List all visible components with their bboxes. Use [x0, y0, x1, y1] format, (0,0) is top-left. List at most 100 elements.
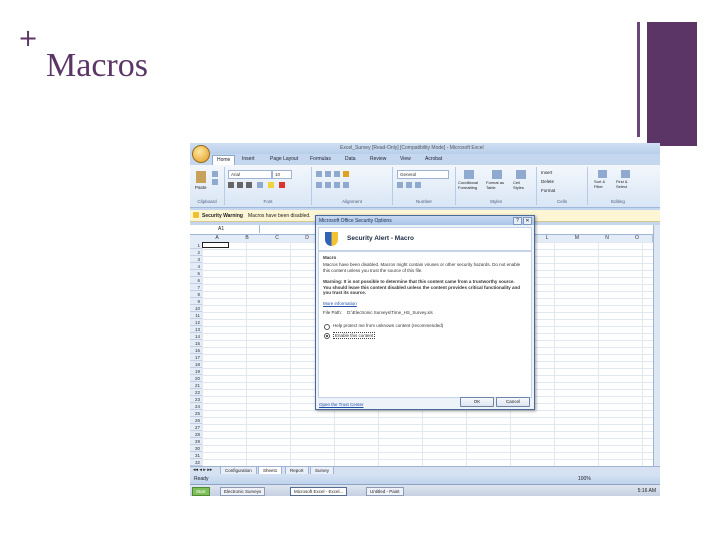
- row-header[interactable]: 26: [190, 417, 202, 424]
- cut-icon[interactable]: [212, 171, 218, 177]
- row-header[interactable]: 5: [190, 270, 202, 277]
- align-left-icon[interactable]: [316, 182, 322, 188]
- sort-filter-button[interactable]: Sort & Filter: [594, 179, 614, 189]
- row-header[interactable]: 31: [190, 452, 202, 459]
- row-header[interactable]: 28: [190, 431, 202, 438]
- row-header[interactable]: 7: [190, 284, 202, 291]
- format-as-table-icon[interactable]: [492, 170, 502, 179]
- tab-page-layout[interactable]: Page Layout: [270, 156, 298, 162]
- group-label: Editing: [611, 199, 625, 204]
- font-size-select[interactable]: 10: [272, 170, 292, 179]
- help-button[interactable]: ?: [513, 217, 522, 225]
- conditional-formatting-button[interactable]: Conditional Formatting: [458, 180, 484, 190]
- underline-icon[interactable]: [246, 182, 252, 188]
- font-name-select[interactable]: Arial: [228, 170, 272, 179]
- more-information-link[interactable]: More information: [323, 301, 523, 307]
- conditional-formatting-icon[interactable]: [464, 170, 474, 179]
- tab-formulas[interactable]: Formulas: [310, 156, 331, 162]
- currency-icon[interactable]: [397, 182, 403, 188]
- taskbar-item-excel[interactable]: Microsoft Excel - Excel...: [290, 487, 348, 496]
- merge-center-icon[interactable]: [343, 182, 349, 188]
- vertical-scrollbar[interactable]: [653, 225, 660, 466]
- tab-data[interactable]: Data: [345, 156, 356, 162]
- row-header[interactable]: 30: [190, 445, 202, 452]
- row-header[interactable]: 17: [190, 354, 202, 361]
- delete-cells-button[interactable]: Delete: [541, 179, 554, 184]
- align-right-icon[interactable]: [334, 182, 340, 188]
- number-format-select[interactable]: General: [397, 170, 449, 179]
- radio-protect-label[interactable]: Help protect me from unknown content (re…: [333, 323, 443, 328]
- row-header[interactable]: 12: [190, 319, 202, 326]
- tab-view[interactable]: View: [400, 156, 411, 162]
- cancel-button[interactable]: Cancel: [496, 397, 530, 407]
- insert-cells-button[interactable]: Insert: [541, 170, 552, 175]
- warning-icon: [193, 212, 199, 218]
- row-header[interactable]: 32: [190, 459, 202, 466]
- tab-review[interactable]: Review: [370, 156, 386, 162]
- percent-icon[interactable]: [406, 182, 412, 188]
- row-header[interactable]: 1: [190, 242, 202, 249]
- wrap-text-icon[interactable]: [343, 171, 349, 177]
- format-cells-button[interactable]: Format: [541, 188, 555, 193]
- tab-home[interactable]: Home: [212, 155, 236, 165]
- bold-icon[interactable]: [228, 182, 234, 188]
- border-icon[interactable]: [257, 182, 263, 188]
- row-header[interactable]: 9: [190, 298, 202, 305]
- row-header[interactable]: 25: [190, 410, 202, 417]
- slide-plus: +: [18, 24, 39, 52]
- row-header[interactable]: 16: [190, 347, 202, 354]
- radio-enable-label[interactable]: Enable this content: [333, 332, 376, 339]
- sheet-nav-arrows-icon[interactable]: ◂◂ ◂ ▸ ▸▸: [193, 467, 212, 473]
- row-header[interactable]: 18: [190, 361, 202, 368]
- security-options-dialog: Microsoft Office Security Options ? ✕ Se…: [315, 215, 535, 410]
- radio-enable[interactable]: [324, 333, 330, 339]
- comma-icon[interactable]: [415, 182, 421, 188]
- italic-icon[interactable]: [237, 182, 243, 188]
- copy-icon[interactable]: [212, 179, 218, 185]
- font-color-icon[interactable]: [279, 182, 285, 188]
- find-select-icon[interactable]: [621, 170, 630, 178]
- find-select-button[interactable]: Find & Select: [616, 179, 638, 189]
- fill-color-icon[interactable]: [268, 182, 274, 188]
- row-header[interactable]: 8: [190, 291, 202, 298]
- row-header[interactable]: 21: [190, 382, 202, 389]
- open-trust-center-link[interactable]: Open the Trust Center: [319, 402, 364, 407]
- align-bottom-icon[interactable]: [334, 171, 340, 177]
- row-header[interactable]: 27: [190, 424, 202, 431]
- row-header[interactable]: 20: [190, 375, 202, 382]
- cell-styles-icon[interactable]: [516, 170, 526, 179]
- row-header[interactable]: 13: [190, 326, 202, 333]
- ribbon: Paste Clipboard Arial 10 Font Alignment …: [190, 165, 660, 208]
- paste-button[interactable]: Paste: [195, 185, 207, 190]
- row-header[interactable]: 24: [190, 403, 202, 410]
- row-header[interactable]: 19: [190, 368, 202, 375]
- row-header[interactable]: 4: [190, 263, 202, 270]
- row-header[interactable]: 2: [190, 249, 202, 256]
- active-cell[interactable]: [202, 242, 229, 248]
- sort-filter-icon[interactable]: [598, 170, 607, 178]
- row-header[interactable]: 14: [190, 333, 202, 340]
- align-center-icon[interactable]: [325, 182, 331, 188]
- name-box[interactable]: A1: [190, 225, 260, 233]
- zoom-level[interactable]: 100%: [578, 476, 591, 482]
- taskbar-item-electronic-surveys[interactable]: Electronic Surveys: [220, 487, 266, 496]
- format-as-table-button[interactable]: Format as Table: [486, 180, 508, 190]
- start-button[interactable]: Start: [192, 487, 210, 496]
- cell-styles-button[interactable]: Cell Styles: [513, 180, 531, 190]
- close-button[interactable]: ✕: [523, 217, 532, 225]
- row-header[interactable]: 3: [190, 256, 202, 263]
- row-header[interactable]: 23: [190, 396, 202, 403]
- row-header[interactable]: 11: [190, 312, 202, 319]
- align-middle-icon[interactable]: [325, 171, 331, 177]
- row-header[interactable]: 10: [190, 305, 202, 312]
- tab-acrobat[interactable]: Acrobat: [425, 156, 442, 162]
- align-top-icon[interactable]: [316, 171, 322, 177]
- taskbar-item-paint[interactable]: Untitled - Paint: [366, 487, 404, 496]
- row-header[interactable]: 6: [190, 277, 202, 284]
- row-header[interactable]: 22: [190, 389, 202, 396]
- row-header[interactable]: 29: [190, 438, 202, 445]
- tab-insert[interactable]: Insert: [242, 156, 255, 162]
- ok-button[interactable]: OK: [460, 397, 494, 407]
- row-header[interactable]: 15: [190, 340, 202, 347]
- radio-protect[interactable]: [324, 324, 330, 330]
